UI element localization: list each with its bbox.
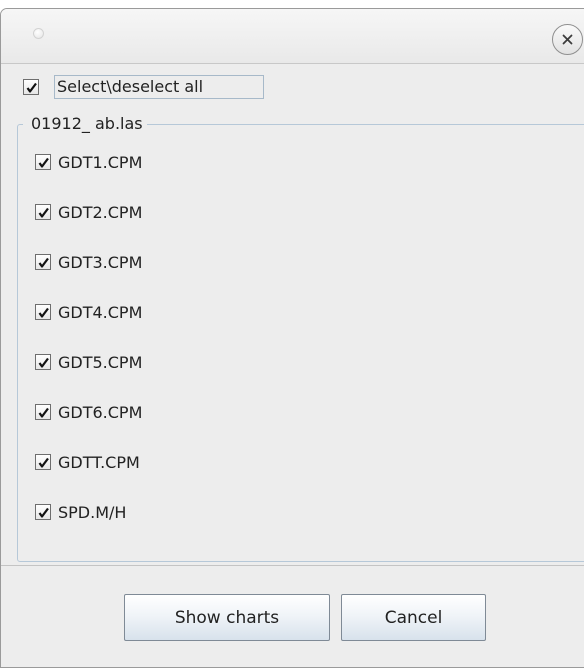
select-all-checkbox[interactable]: Select\deselect all — [21, 75, 265, 99]
checkbox-item[interactable]: GDT3.CPM — [31, 251, 231, 273]
checkbox-item[interactable]: SPD.M/H — [31, 501, 231, 523]
checkmark-icon — [38, 507, 49, 518]
checkbox[interactable] — [35, 454, 51, 470]
checkbox-label: GDT6.CPM — [58, 403, 143, 422]
checkbox[interactable] — [35, 304, 51, 320]
checkmark-icon — [38, 207, 49, 218]
button-area-divider — [1, 565, 584, 566]
checkbox-item[interactable]: GDT5.CPM — [31, 351, 231, 373]
select-all-label: Select\deselect all — [57, 77, 204, 96]
window-dot-icon — [33, 28, 44, 39]
show-charts-button[interactable]: Show charts — [124, 594, 330, 641]
checkbox[interactable] — [35, 504, 51, 520]
close-button[interactable] — [552, 24, 583, 55]
checkmark-icon — [38, 357, 49, 368]
checkmark-icon — [38, 457, 49, 468]
checkbox-label: GDTT.CPM — [58, 453, 140, 472]
checkbox-item[interactable]: GDT1.CPM — [31, 151, 231, 173]
checkbox-label: SPD.M/H — [58, 503, 127, 522]
checkbox-label: GDT1.CPM — [58, 153, 143, 172]
checkbox-label: GDT5.CPM — [58, 353, 143, 372]
cancel-button[interactable]: Cancel — [341, 594, 486, 641]
checkbox-label: GDT3.CPM — [58, 253, 143, 272]
checkmark-icon — [38, 407, 49, 418]
checkbox-item[interactable]: GDTT.CPM — [31, 451, 231, 473]
group-title: 01912_ ab.las — [23, 113, 147, 135]
checkbox[interactable] — [35, 254, 51, 270]
checkbox-item[interactable]: GDT4.CPM — [31, 301, 231, 323]
checkbox-label: GDT4.CPM — [58, 303, 143, 322]
checkmark-icon — [26, 82, 37, 93]
checkmark-icon — [38, 157, 49, 168]
checkbox-dialog-window: Select\deselect all 01912_ ab.las GDT1.C… — [0, 8, 584, 668]
select-all-check-box[interactable] — [23, 79, 39, 95]
checkmark-icon — [38, 307, 49, 318]
checkbox[interactable] — [35, 404, 51, 420]
checkbox-label: GDT2.CPM — [58, 203, 143, 222]
checkbox[interactable] — [35, 204, 51, 220]
checkbox-item[interactable]: GDT6.CPM — [31, 401, 231, 423]
checkbox[interactable] — [35, 354, 51, 370]
group-box — [17, 124, 584, 562]
checkbox[interactable] — [35, 154, 51, 170]
checkmark-icon — [38, 257, 49, 268]
checkbox-item[interactable]: GDT2.CPM — [31, 201, 231, 223]
close-icon — [562, 34, 573, 45]
title-bar[interactable] — [1, 9, 584, 64]
